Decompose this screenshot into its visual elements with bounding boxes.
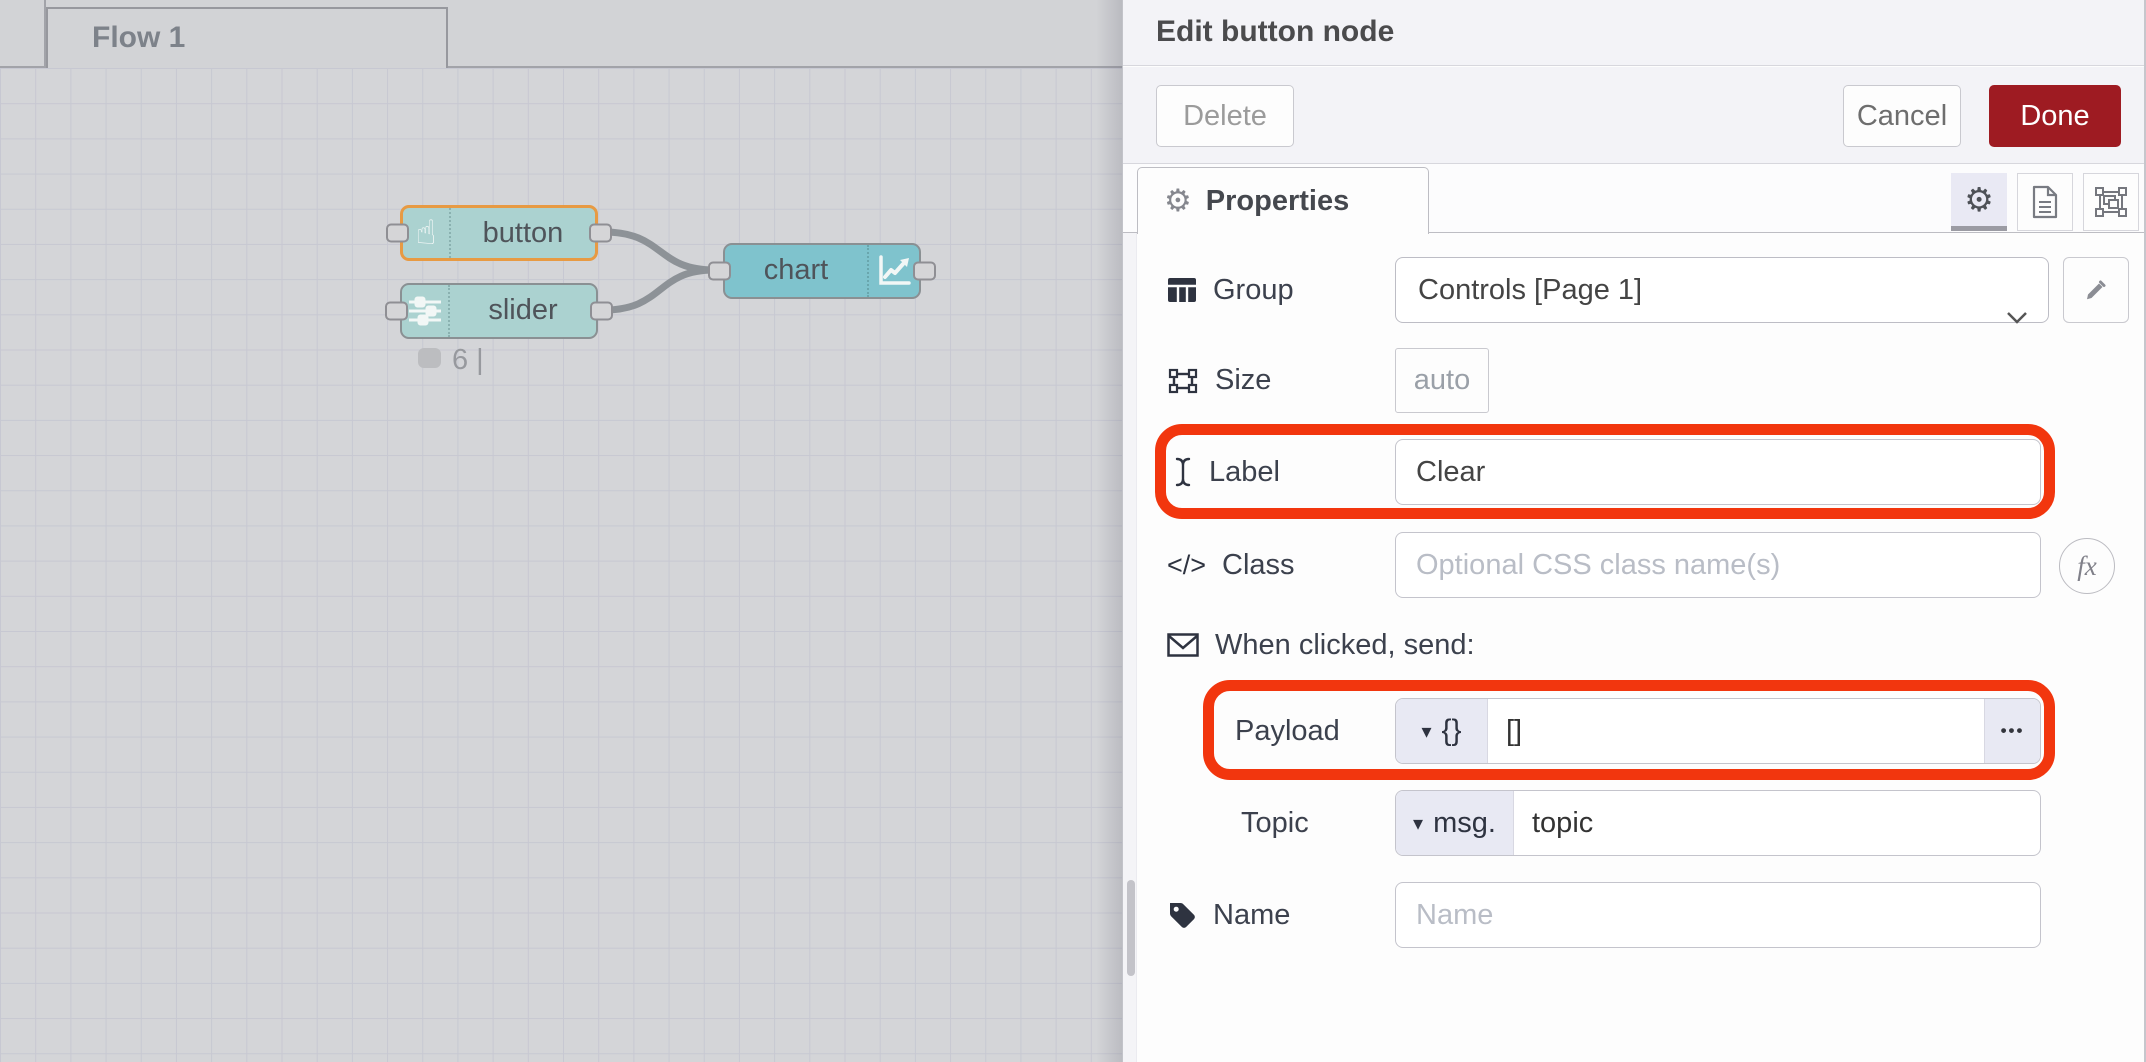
slider-node-icon-area bbox=[402, 285, 450, 337]
edit-tray-header: Edit button node bbox=[1123, 0, 2144, 66]
hand-pointer-icon: ☝ bbox=[416, 216, 437, 250]
pencil-icon bbox=[2082, 276, 2110, 304]
tag-icon bbox=[1167, 900, 1197, 930]
delete-button[interactable]: Delete bbox=[1156, 85, 1294, 147]
node-slider-label: slider bbox=[450, 285, 596, 337]
tab-properties[interactable]: ⚙ Properties bbox=[1137, 167, 1429, 234]
gear-icon: ⚙ bbox=[1964, 180, 1994, 219]
tab-flow-1[interactable]: Flow 1 bbox=[46, 7, 448, 68]
tab-button-description[interactable] bbox=[2017, 173, 2073, 231]
button-node-icon-area: ☝ bbox=[403, 208, 451, 258]
name-input[interactable] bbox=[1395, 882, 2041, 948]
name-field-label: Name bbox=[1167, 882, 1290, 948]
topic-typed-input: ▾ msg. topic bbox=[1395, 790, 2041, 856]
msg-prefix: msg. bbox=[1433, 807, 1496, 840]
size-auto-button[interactable]: auto bbox=[1395, 348, 1489, 413]
payload-typed-input: ▾ {} [] ••• bbox=[1395, 698, 2041, 764]
gear-icon: ⚙ bbox=[1164, 183, 1192, 219]
group-select[interactable]: Controls [Page 1] bbox=[1395, 257, 2049, 323]
dialog-title: Edit button node bbox=[1156, 0, 1394, 64]
payload-expand-button[interactable]: ••• bbox=[1984, 699, 2040, 763]
node-chart-label: chart bbox=[725, 245, 867, 297]
node-slider-input-port[interactable] bbox=[385, 302, 408, 321]
payload-field-label: Payload bbox=[1235, 698, 1340, 764]
document-icon bbox=[2031, 185, 2059, 219]
tabbar-corner bbox=[0, 0, 46, 66]
caret-down-icon: ▾ bbox=[1413, 811, 1423, 835]
envelope-icon bbox=[1167, 633, 1199, 657]
label-field-label: Label bbox=[1173, 439, 1280, 505]
appearance-icon bbox=[2094, 186, 2128, 218]
flow-canvas[interactable]: Flow 1 ☝ button bbox=[0, 0, 1122, 1062]
topic-type-select[interactable]: ▾ msg. bbox=[1396, 791, 1514, 855]
when-clicked-heading: When clicked, send: bbox=[1167, 625, 1475, 665]
panel-scrollbar-track bbox=[1123, 233, 1137, 1062]
tab-button-appearance[interactable] bbox=[2083, 173, 2139, 231]
node-chart-output-port[interactable] bbox=[913, 262, 936, 281]
edit-group-button[interactable] bbox=[2063, 257, 2129, 323]
node-chart[interactable]: chart bbox=[723, 243, 921, 299]
editor-tab-row: ⚙ Properties ⚙ bbox=[1123, 164, 2144, 233]
table-icon bbox=[1167, 277, 1197, 303]
payload-type-select[interactable]: ▾ {} bbox=[1396, 699, 1488, 763]
code-icon: </> bbox=[1167, 550, 1206, 581]
node-button[interactable]: ☝ button bbox=[400, 205, 598, 261]
edit-tray: Edit button node Delete Cancel Done ⚙ Pr… bbox=[1122, 0, 2146, 1062]
caret-down-icon: ▾ bbox=[1421, 719, 1431, 743]
node-slider[interactable]: slider bbox=[400, 283, 598, 339]
group-select-value: Controls [Page 1] bbox=[1418, 274, 1642, 306]
flow-tabbar: Flow 1 bbox=[0, 0, 1122, 68]
panel-scrollbar-thumb[interactable] bbox=[1127, 880, 1135, 976]
topic-value[interactable]: topic bbox=[1514, 807, 1593, 840]
chevron-down-icon bbox=[2006, 284, 2028, 348]
slider-status-text: 6 | bbox=[452, 344, 484, 377]
properties-tab-label: Properties bbox=[1206, 185, 1349, 218]
edit-form: Group Controls [Page 1] bbox=[1123, 233, 2144, 1062]
json-type-icon: {} bbox=[1442, 714, 1462, 748]
chart-node-icon-area bbox=[867, 245, 919, 297]
cancel-button[interactable]: Cancel bbox=[1843, 85, 1961, 147]
node-chart-input-port[interactable] bbox=[708, 262, 731, 281]
class-input[interactable] bbox=[1395, 532, 2041, 598]
i-cursor-icon bbox=[1173, 456, 1193, 488]
size-field-label: Size bbox=[1167, 348, 1271, 413]
group-field-label: Group bbox=[1167, 257, 1294, 323]
node-slider-output-port[interactable] bbox=[590, 302, 613, 321]
payload-value[interactable]: [] bbox=[1488, 715, 1522, 748]
node-button-output-port[interactable] bbox=[589, 224, 612, 243]
fx-expression-button[interactable]: fx bbox=[2059, 538, 2115, 594]
done-button[interactable]: Done bbox=[1989, 85, 2121, 147]
edit-tray-toolbar: Delete Cancel Done bbox=[1123, 67, 2144, 164]
object-size-icon bbox=[1167, 367, 1199, 395]
ellipsis-icon: ••• bbox=[2001, 721, 2025, 741]
line-chart-icon bbox=[876, 254, 912, 288]
class-field-label: </> Class bbox=[1167, 532, 1295, 598]
label-input[interactable] bbox=[1395, 439, 2041, 505]
flow-tab-label: Flow 1 bbox=[48, 9, 446, 67]
sliders-icon bbox=[407, 295, 443, 327]
tab-button-properties[interactable]: ⚙ bbox=[1951, 173, 2007, 231]
topic-field-label: Topic bbox=[1241, 790, 1309, 856]
node-red-window: Flow 1 ☝ button bbox=[0, 0, 2146, 1062]
slider-status-indicator bbox=[418, 348, 441, 368]
node-button-label: button bbox=[451, 208, 595, 258]
node-button-input-port[interactable] bbox=[386, 224, 409, 243]
